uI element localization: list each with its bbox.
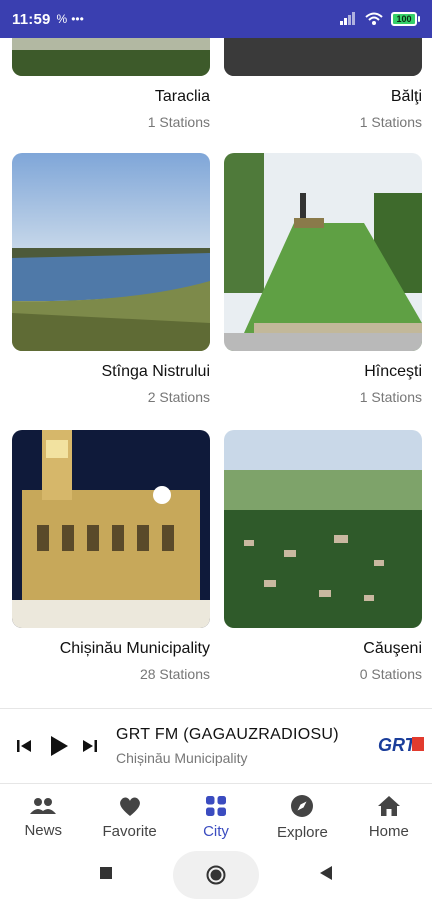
city-image (12, 38, 210, 76)
bottom-navigation: News Favorite City Explore Home (0, 786, 432, 848)
grid-icon (206, 795, 227, 816)
player-station-title: GRT FM (GAGAUZRADIOSU) (116, 726, 339, 743)
city-card-balti[interactable]: Bălţi 1 Stations (224, 38, 422, 130)
people-icon (30, 797, 57, 814)
station-logo: GRT (378, 731, 424, 761)
city-name: Căuşeni (363, 640, 422, 657)
city-card-stinga-nistrului[interactable]: Stînga Nistrului 2 Stations (12, 153, 210, 405)
previous-button[interactable] (12, 734, 36, 758)
nav-explore[interactable]: Explore (259, 786, 345, 848)
battery-level: 100 (396, 14, 412, 24)
circle-icon (206, 865, 226, 885)
skip-next-icon (83, 740, 97, 752)
nav-city[interactable]: City (173, 786, 259, 848)
city-card-chisinau[interactable]: Chișinău Municipality 28 Stations (12, 430, 210, 682)
more-dots-icon: ••• (71, 12, 84, 26)
skip-previous-icon (17, 740, 31, 752)
city-card-causeni[interactable]: Căuşeni 0 Stations (224, 430, 422, 682)
city-image (12, 430, 210, 628)
station-count: 28 Stations (139, 666, 210, 682)
svg-text:GRT: GRT (378, 735, 418, 755)
city-name: Taraclia (154, 88, 210, 105)
compass-icon (291, 794, 314, 817)
nav-news[interactable]: News (0, 786, 86, 848)
nav-label: Explore (276, 823, 328, 841)
mini-player: GRT FM (GAGAUZRADIOSU) Chișinău Municipa… (0, 708, 432, 784)
recent-apps-button[interactable] (99, 866, 113, 885)
city-name: Bălţi (390, 88, 422, 105)
percent-icon: % (56, 12, 68, 26)
play-button[interactable] (46, 734, 70, 758)
signal-icon (340, 12, 355, 25)
nav-label: City (203, 822, 229, 840)
city-image (12, 153, 210, 351)
system-home-button[interactable] (173, 851, 259, 899)
station-count: 1 Stations (359, 389, 422, 405)
battery-icon: 100 (391, 12, 420, 26)
city-name: Chișinău Municipality (59, 640, 210, 657)
city-grid: Taraclia 1 Stations Bălţi 1 Stations Stî… (0, 38, 432, 706)
nav-label: Home (368, 822, 409, 840)
city-card-taraclia[interactable]: Taraclia 1 Stations (12, 38, 210, 130)
nav-home[interactable]: Home (346, 786, 432, 848)
nav-favorite[interactable]: Favorite (86, 786, 172, 848)
city-name: Stînga Nistrului (101, 363, 211, 380)
city-image (224, 430, 422, 628)
play-icon (51, 736, 68, 756)
player-station-city: Chișinău Municipality (116, 750, 248, 766)
triangle-back-icon (320, 865, 332, 880)
system-back-button[interactable] (319, 865, 333, 886)
city-image (224, 153, 422, 351)
wifi-icon (365, 12, 383, 25)
nav-label: News (24, 821, 62, 839)
player-info[interactable]: GRT FM (GAGAUZRADIOSU) Chișinău Municipa… (116, 726, 378, 766)
system-navigation-bar (0, 850, 432, 900)
nav-label: Favorite (102, 822, 157, 840)
station-count: 2 Stations (147, 389, 210, 405)
status-bar: 11:59 % ••• 100 (0, 0, 432, 38)
square-icon (100, 866, 112, 879)
city-name: Hînceşti (364, 363, 422, 380)
heart-icon (119, 797, 140, 816)
city-image (224, 38, 422, 76)
city-card-hincesti[interactable]: Hînceşti 1 Stations (224, 153, 422, 405)
station-count: 1 Stations (147, 114, 210, 130)
home-icon (377, 795, 400, 816)
station-count: 0 Stations (359, 666, 422, 682)
status-time: 11:59 (12, 10, 51, 28)
station-count: 1 Stations (359, 114, 422, 130)
next-button[interactable] (78, 734, 102, 758)
